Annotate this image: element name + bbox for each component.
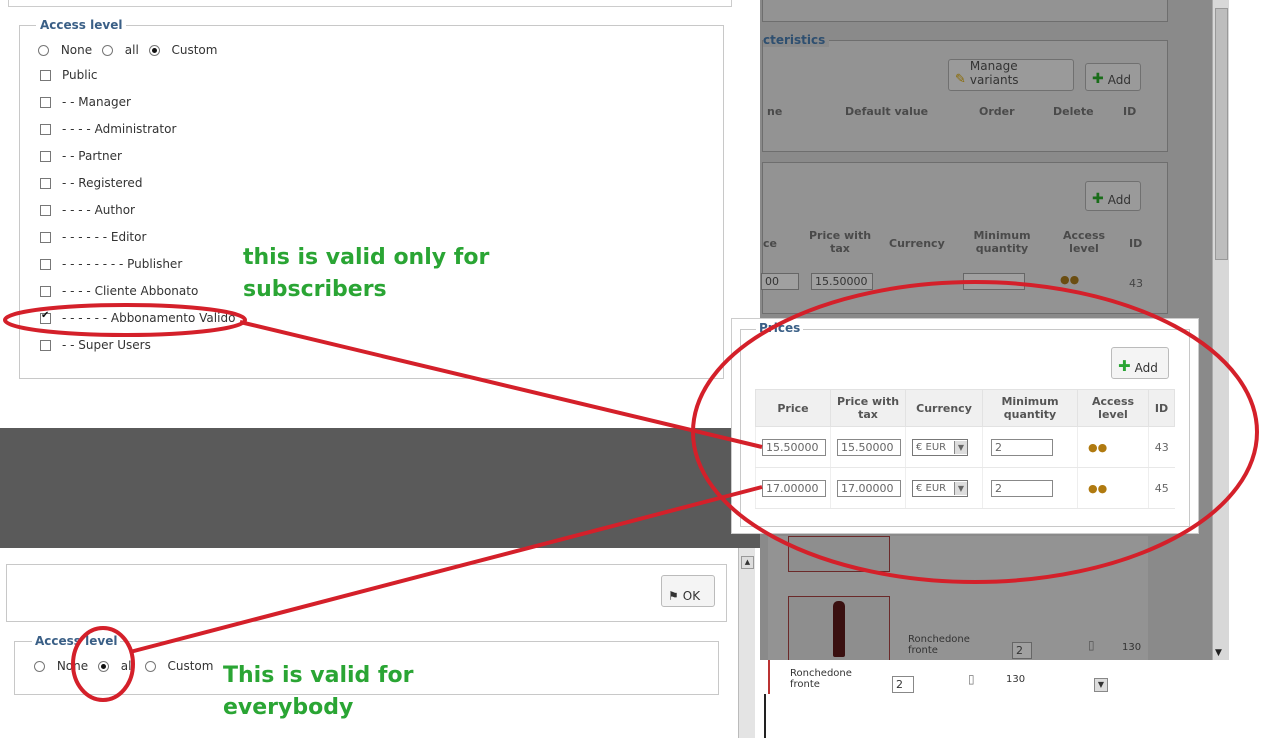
annotation-overlay <box>3 280 1259 702</box>
connector-line-subscribers <box>239 320 763 449</box>
connector-line-everybody <box>129 485 763 654</box>
highlight-circle-radio-all <box>71 626 135 702</box>
highlight-circle-prices <box>691 280 1259 584</box>
highlight-circle-abbonamento <box>3 303 247 337</box>
